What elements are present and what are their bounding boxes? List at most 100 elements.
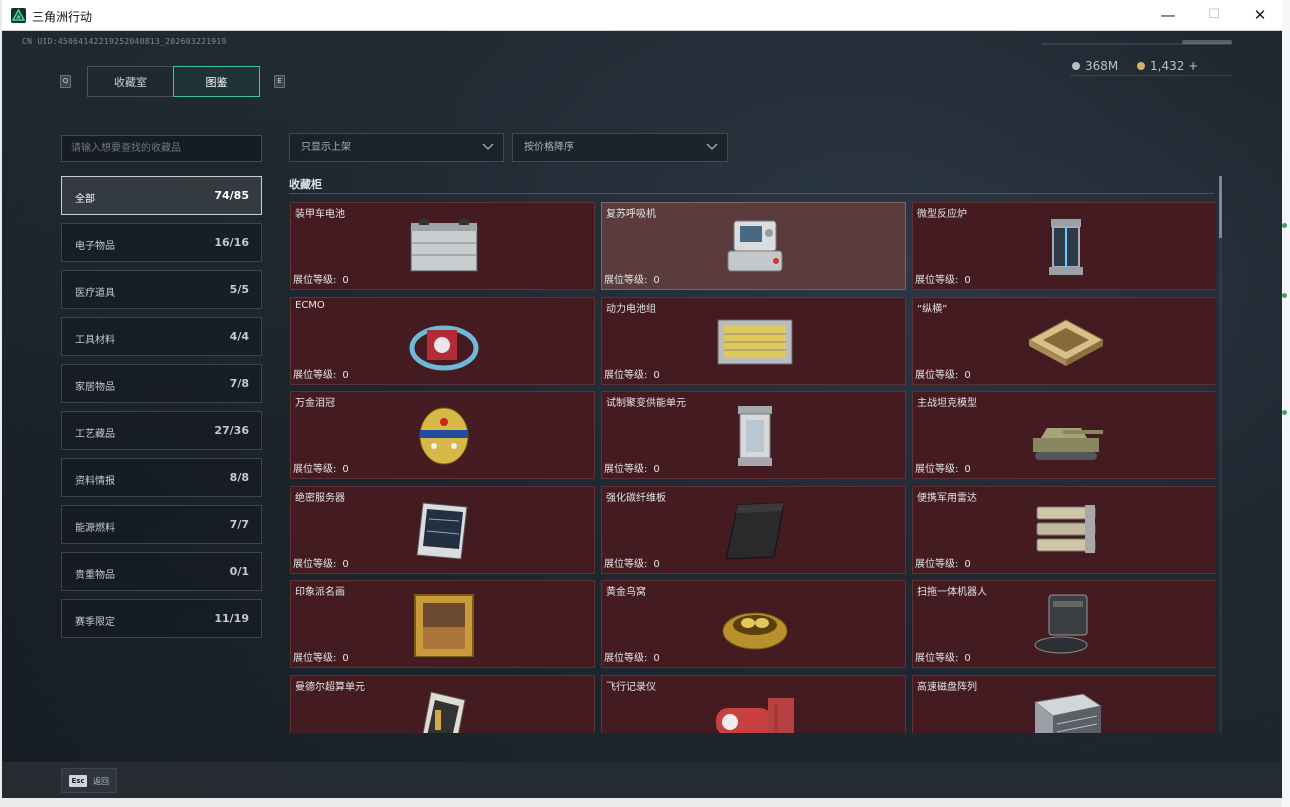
item-name: 高速磁盘阵列 (917, 682, 977, 693)
gold-amount: 1,432 + (1150, 59, 1199, 73)
category-name: 贵重物品 (75, 570, 115, 581)
collection-card[interactable]: 试制聚变供能单元 展位等级: 0 (601, 391, 906, 480)
collection-card[interactable]: 曼德尔超算单元 (290, 675, 595, 733)
close-button[interactable]: ✕ (1237, 0, 1283, 31)
sort-dropdown[interactable]: 按价格降序 (512, 133, 728, 162)
item-level: 展位等级: 0 (293, 649, 349, 664)
filter-dropdown[interactable]: 只显示上架 (289, 133, 504, 162)
item-name: 装甲车电池 (295, 209, 345, 220)
item-level: 展位等级: 0 (915, 555, 971, 570)
category-item[interactable]: 电子物品 16/16 (61, 223, 262, 262)
category-name: 医疗道具 (75, 288, 115, 299)
collection-card[interactable]: 装甲车电池 展位等级: 0 (290, 202, 595, 290)
level-value: 0 (342, 464, 349, 476)
category-item[interactable]: 赛季限定 11/19 (61, 599, 262, 638)
level-label: 展位等级: (604, 464, 648, 476)
section-divider (289, 193, 1214, 194)
header-decoration (1182, 40, 1232, 44)
level-label: 展位等级: (915, 275, 959, 286)
level-value: 0 (653, 275, 660, 286)
collection-card[interactable]: 扫拖一体机器人 展位等级: 0 (912, 580, 1216, 669)
level-label: 展位等级: (604, 369, 648, 381)
collection-card[interactable]: ECMO 展位等级: 0 (290, 296, 595, 385)
scrollbar-track[interactable] (1219, 238, 1222, 733)
battery-pack-icon (717, 319, 793, 365)
player-uid: CN UID:4506414221925204081​3_20260322191… (22, 37, 227, 46)
category-count: 8/8 (229, 471, 249, 484)
tab-catalog[interactable]: 图鉴 (173, 66, 260, 97)
collection-card[interactable]: 绝密服务器 展位等级: 0 (290, 485, 595, 574)
painting-icon (414, 594, 474, 658)
item-level: 展位等级: 0 (604, 271, 660, 286)
filter-dropdown-value: 只显示上架 (301, 142, 351, 153)
disk-array-icon (1033, 693, 1103, 733)
category-item[interactable]: 全部 74/85 (61, 176, 262, 215)
level-value: 0 (342, 653, 349, 665)
silver-coin-icon (1072, 62, 1080, 70)
category-name: 资料情报 (75, 476, 115, 487)
chevron-down-icon (482, 143, 494, 150)
level-value: 0 (342, 369, 349, 381)
chessboard-icon (1027, 319, 1105, 366)
ventilator-icon (727, 220, 783, 272)
collection-card[interactable]: 印象派名画 展位等级: 0 (290, 580, 595, 669)
search-input[interactable]: 请输入想要查找的收藏品 (61, 135, 262, 162)
maximize-button[interactable]: ☐ (1191, 0, 1237, 31)
level-label: 展位等级: (604, 653, 648, 665)
item-level: 展位等级: 0 (604, 555, 660, 570)
item-name: 强化碳纤维板 (606, 492, 666, 504)
tank-icon (1033, 428, 1103, 461)
collection-card[interactable]: 高速磁盘阵列 (912, 675, 1216, 733)
item-level: 展位等级: 0 (915, 271, 971, 286)
category-name: 能源燃料 (75, 523, 115, 534)
item-name: 动力电池组 (606, 303, 656, 315)
level-value: 0 (964, 369, 971, 381)
category-count: 7/7 (229, 518, 249, 531)
key-hint-q: Q (60, 75, 71, 88)
status-dot-icon (1282, 293, 1287, 298)
collection-card[interactable]: 复苏呼吸机展位等级: 0 (601, 202, 906, 290)
category-name: 全部 (75, 194, 95, 205)
item-level: 展位等级: 0 (293, 460, 349, 475)
minimize-button[interactable]: — (1145, 0, 1191, 31)
collection-card[interactable]: 黄金鸟窝 展位等级: 0 (601, 580, 906, 669)
category-name: 电子物品 (75, 241, 115, 252)
category-item[interactable]: 家居物品 7/8 (61, 364, 262, 403)
level-value: 0 (342, 558, 349, 570)
level-label: 展位等级: (915, 558, 959, 570)
category-item[interactable]: 资料情报 8/8 (61, 458, 262, 497)
collection-card[interactable]: 动力电池组 展位等级: 0 (601, 296, 906, 385)
item-name: 复苏呼吸机 (606, 209, 656, 220)
category-name: 家居物品 (75, 382, 115, 393)
back-button[interactable]: Esc 返回 (61, 768, 117, 793)
collection-card[interactable]: 便携军用雷达 展位等级: 0 (912, 485, 1216, 574)
item-level: 展位等级: 0 (293, 555, 349, 570)
category-count: 27/36 (214, 424, 249, 437)
tab-collection-room[interactable]: 收藏室 (87, 66, 173, 97)
item-name: “纵横” (917, 303, 948, 315)
level-label: 展位等级: (293, 653, 337, 665)
item-name: 便携军用雷达 (917, 492, 977, 504)
scrollbar-thumb[interactable] (1219, 176, 1222, 238)
item-name: 试制聚变供能单元 (606, 398, 686, 410)
collection-card[interactable]: 飞行记录仪 (601, 675, 906, 733)
item-level: 展位等级: 0 (604, 460, 660, 475)
gold-currency[interactable]: 1,432 + (1137, 58, 1198, 74)
category-item[interactable]: 工具材料 4/4 (61, 317, 262, 356)
category-item[interactable]: 能源燃料 7/7 (61, 505, 262, 544)
category-item[interactable]: 医疗道具 5/5 (61, 270, 262, 309)
collection-card[interactable]: 万金泪冠 展位等级: 0 (290, 391, 595, 480)
level-label: 展位等级: (293, 369, 337, 381)
collection-card[interactable]: “纵横” 展位等级: 0 (912, 296, 1216, 385)
category-item[interactable]: 贵重物品 0/1 (61, 552, 262, 591)
collection-card[interactable]: 微型反应炉 展位等级: 0 (912, 202, 1216, 290)
category-item[interactable]: 工艺藏品 27/36 (61, 411, 262, 450)
item-level: 展位等级: 0 (915, 649, 971, 664)
category-count: 0/1 (229, 565, 249, 578)
level-label: 展位等级: (293, 558, 337, 570)
collection-card[interactable]: 主战坦克模型 展位等级: 0 (912, 391, 1216, 480)
desktop-background-strip (1282, 0, 1290, 807)
level-value: 0 (653, 653, 660, 665)
collection-card[interactable]: 强化碳纤维板 展位等级: 0 (601, 485, 906, 574)
level-label: 展位等级: (604, 558, 648, 570)
